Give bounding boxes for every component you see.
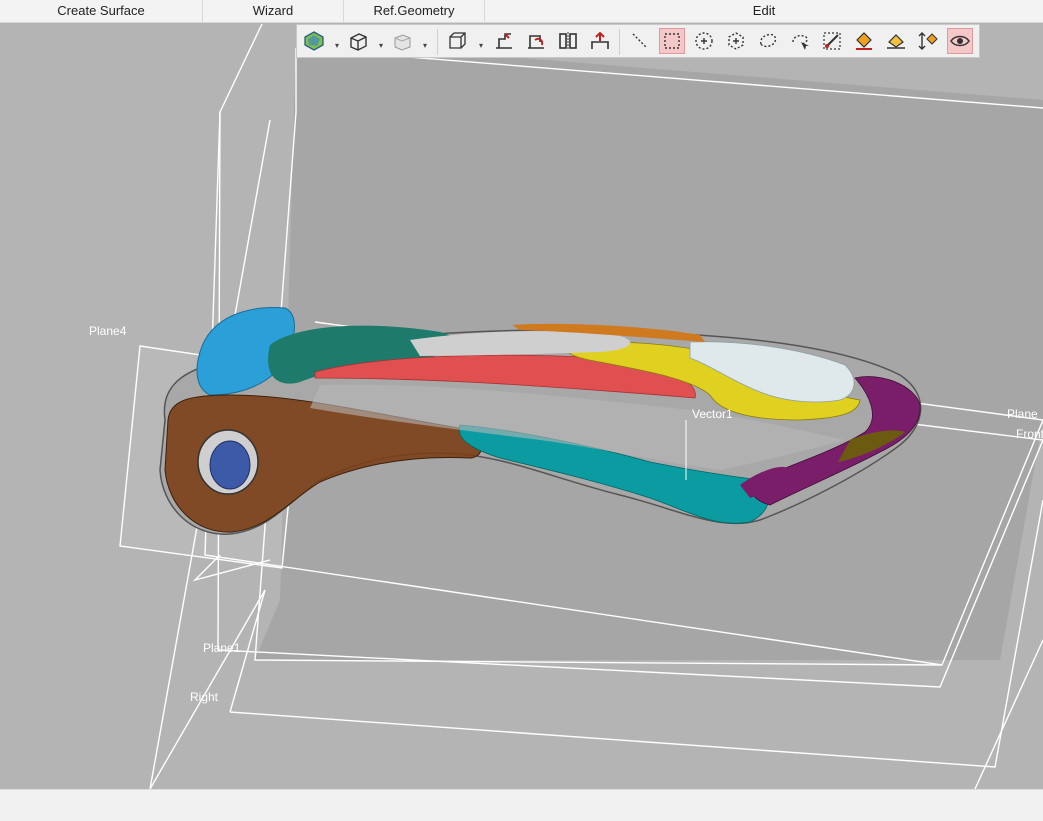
- lasso-select-icon[interactable]: [755, 28, 781, 54]
- rectangle-select-icon[interactable]: [659, 28, 685, 54]
- label-plane: Plane: [1007, 407, 1038, 421]
- flip-plane-icon[interactable]: [523, 28, 549, 54]
- 3d-viewport[interactable]: Plane4 Vector1 Plane Front Plane1 Right: [0, 23, 1043, 790]
- solid-box-dropdown-icon[interactable]: ▾: [421, 42, 429, 50]
- hole-inner: [209, 440, 251, 490]
- label-plane4: Plane4: [89, 324, 127, 338]
- label-right: Right: [190, 690, 219, 704]
- model-canvas[interactable]: Plane4 Vector1 Plane Front Plane1 Right: [0, 23, 1043, 790]
- circle-select-icon[interactable]: [691, 28, 717, 54]
- extend-select-icon[interactable]: [915, 28, 941, 54]
- view-style-icon[interactable]: [301, 28, 327, 54]
- label-plane1: Plane1: [203, 641, 241, 655]
- solid-box-icon[interactable]: [389, 28, 415, 54]
- shaded-cube-dropdown-icon[interactable]: ▾: [377, 42, 385, 50]
- toolbar-separator: [437, 29, 438, 55]
- smart-select-icon[interactable]: [883, 28, 909, 54]
- freeform-select-icon[interactable]: [787, 28, 813, 54]
- wireframe-cube-icon[interactable]: [445, 28, 471, 54]
- mirror-icon[interactable]: [555, 28, 581, 54]
- label-front: Front: [1016, 427, 1043, 441]
- wireframe-dropdown-icon[interactable]: ▾: [477, 42, 485, 50]
- view-toolbar: ▾ ▾ ▾ ▾: [296, 24, 980, 58]
- label-vector1: Vector1: [692, 407, 733, 421]
- align-plane-icon[interactable]: [491, 28, 517, 54]
- menu-create-surface[interactable]: Create Surface: [0, 0, 203, 22]
- polygon-select-icon[interactable]: [723, 28, 749, 54]
- menu-ref-geometry[interactable]: Ref.Geometry: [344, 0, 485, 22]
- menu-bar: Create Surface Wizard Ref.Geometry Edit: [0, 0, 1043, 23]
- visibility-eye-icon[interactable]: [947, 28, 973, 54]
- view-style-dropdown-icon[interactable]: ▾: [333, 42, 341, 50]
- paint-brush-select-icon[interactable]: [819, 28, 845, 54]
- shaded-cube-icon[interactable]: [345, 28, 371, 54]
- menu-edit[interactable]: Edit: [485, 0, 1043, 22]
- fill-select-icon[interactable]: [851, 28, 877, 54]
- status-bar: [0, 789, 1043, 821]
- toolbar-separator: [619, 29, 620, 55]
- line-select-icon[interactable]: [627, 28, 653, 54]
- lift-icon[interactable]: [587, 28, 613, 54]
- menu-wizard[interactable]: Wizard: [203, 0, 344, 22]
